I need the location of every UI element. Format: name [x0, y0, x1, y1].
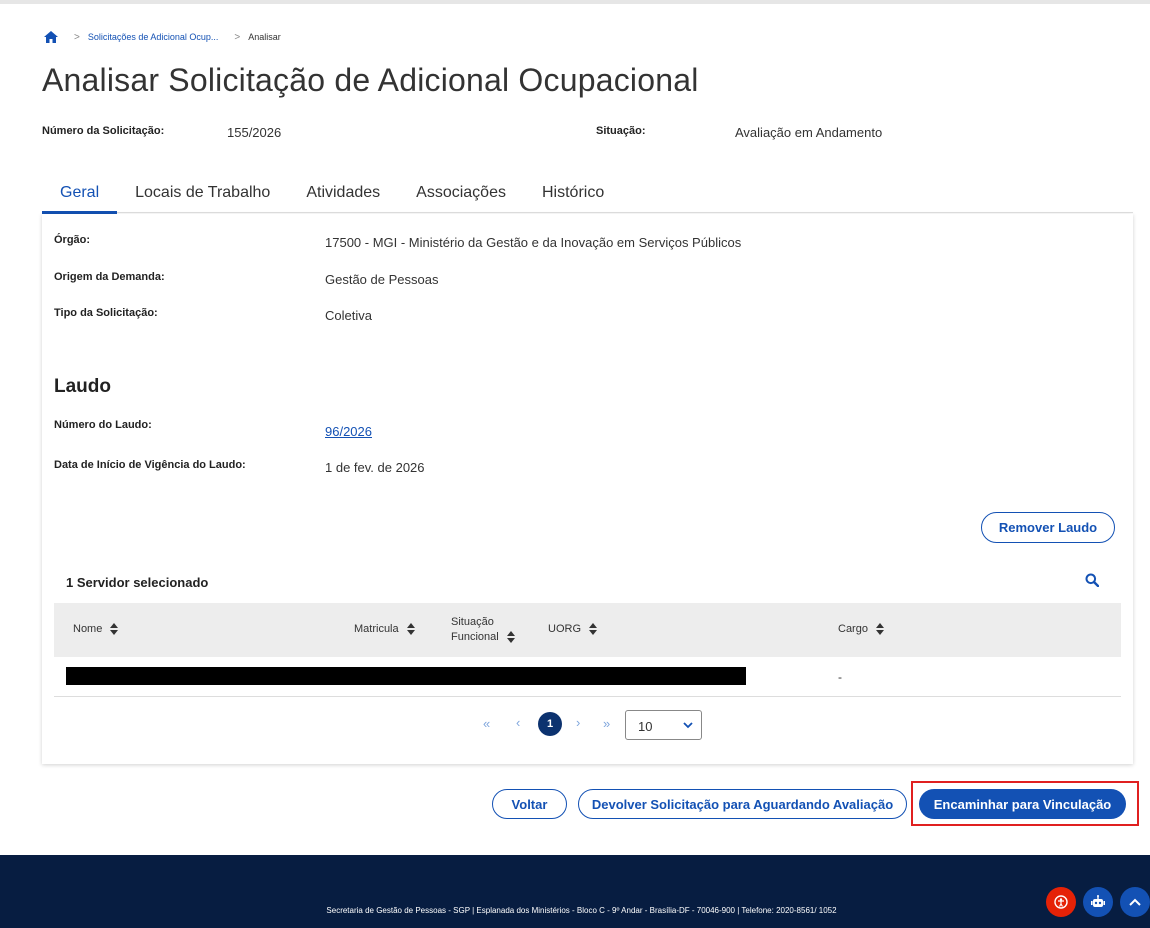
redacted-block: [66, 667, 746, 685]
tab-atividades[interactable]: Atividades: [288, 176, 398, 214]
sort-icon: [110, 623, 119, 635]
tab-locais-de-trabalho[interactable]: Locais de Trabalho: [117, 176, 288, 214]
page-title: Analisar Solicitação de Adicional Ocupac…: [42, 62, 699, 98]
column-header-nome[interactable]: Nome: [73, 623, 119, 635]
chevron-up-icon[interactable]: [1120, 887, 1150, 917]
cargo-cell: -: [838, 670, 842, 684]
breadcrumb-link-solicitacoes[interactable]: Solicitações de Adicional Ocup...: [88, 32, 219, 42]
previous-page-icon[interactable]: ‹: [516, 715, 520, 730]
situacao-label: Situação:: [596, 125, 646, 137]
footer-text: Secretaria de Gestão de Pessoas - SGP | …: [326, 906, 837, 915]
footer: Secretaria de Gestão de Pessoas - SGP | …: [0, 855, 1150, 928]
chevron-down-icon: [683, 717, 693, 729]
remover-laudo-button[interactable]: Remover Laudo: [981, 512, 1115, 543]
tab-historico[interactable]: Histórico: [524, 176, 622, 214]
column-situacao-label: Situação Funcional: [451, 615, 499, 645]
tab-geral[interactable]: Geral: [42, 176, 118, 214]
column-matricula-label: Matricula: [354, 623, 399, 635]
robot-icon[interactable]: [1083, 887, 1113, 917]
column-uorg-label: UORG: [548, 623, 581, 635]
servidores-selected-count: 1 Servidor selecionado: [66, 575, 209, 590]
numero-laudo-link[interactable]: 96/2026: [325, 424, 372, 439]
orgao-label: Órgão:: [54, 234, 91, 246]
column-header-uorg[interactable]: UORG: [548, 623, 597, 635]
sort-icon: [406, 623, 415, 635]
tipo-solicitacao-label: Tipo da Solicitação:: [54, 307, 158, 319]
origem-demanda-label: Origem da Demanda:: [54, 271, 165, 283]
sort-icon: [589, 623, 597, 635]
last-page-icon[interactable]: »: [603, 716, 610, 731]
numero-solicitacao-label: Número da Solicitação:: [42, 125, 165, 137]
next-page-icon[interactable]: ›: [576, 715, 580, 730]
table-header: Nome Matricula Situação Funcional UORG C…: [54, 603, 1121, 657]
orgao-value: 17500 - MGI - Ministério da Gestão e da …: [325, 235, 742, 250]
laudo-section-title: Laudo: [54, 376, 111, 397]
column-cargo-label: Cargo: [838, 623, 868, 635]
data-vigencia-label: Data de Início de Vigência do Laudo:: [54, 459, 246, 471]
tipo-solicitacao-value: Coletiva: [325, 308, 372, 323]
chevron-right-icon: >: [74, 31, 80, 43]
tab-associacoes[interactable]: Associações: [398, 176, 524, 214]
column-situacao-label-line1: Situação: [451, 616, 494, 628]
top-border: [0, 0, 1150, 4]
page-1-button[interactable]: 1: [538, 712, 562, 736]
situacao-value: Avaliação em Andamento: [735, 125, 883, 140]
search-icon[interactable]: [1085, 573, 1100, 588]
devolver-solicitacao-button[interactable]: Devolver Solicitação para Aguardando Ava…: [578, 789, 907, 819]
numero-solicitacao-value: 155/2026: [227, 125, 282, 140]
column-situacao-label-line2: Funcional: [451, 631, 499, 643]
breadcrumb: > Solicitações de Adicional Ocup... > An…: [44, 29, 281, 45]
accessibility-icon[interactable]: [1046, 887, 1076, 917]
page-size-value: 10: [638, 719, 653, 734]
column-nome-label: Nome: [73, 623, 103, 635]
sort-icon: [506, 631, 515, 643]
breadcrumb-current: Analisar: [248, 32, 281, 42]
page-size-select[interactable]: 10: [625, 710, 702, 740]
geral-card: Órgão: 17500 - MGI - Ministério da Gestã…: [42, 214, 1133, 764]
column-header-cargo[interactable]: Cargo: [838, 623, 884, 635]
voltar-button[interactable]: Voltar: [492, 789, 567, 819]
tab-bar: Geral Locais de Trabalho Atividades Asso…: [42, 176, 622, 214]
table-row[interactable]: -: [54, 657, 1121, 697]
origem-demanda-value: Gestão de Pessoas: [325, 272, 439, 287]
data-vigencia-value: 1 de fev. de 2026: [325, 460, 425, 475]
home-icon[interactable]: [44, 31, 58, 43]
column-header-matricula[interactable]: Matricula: [354, 623, 415, 635]
first-page-icon[interactable]: «: [483, 716, 490, 731]
highlight-box: [911, 781, 1139, 826]
column-header-situacao-funcional[interactable]: Situação Funcional: [451, 615, 515, 645]
numero-laudo-label: Número do Laudo:: [54, 419, 152, 431]
chevron-right-icon: >: [234, 31, 241, 43]
sort-icon: [875, 623, 884, 635]
